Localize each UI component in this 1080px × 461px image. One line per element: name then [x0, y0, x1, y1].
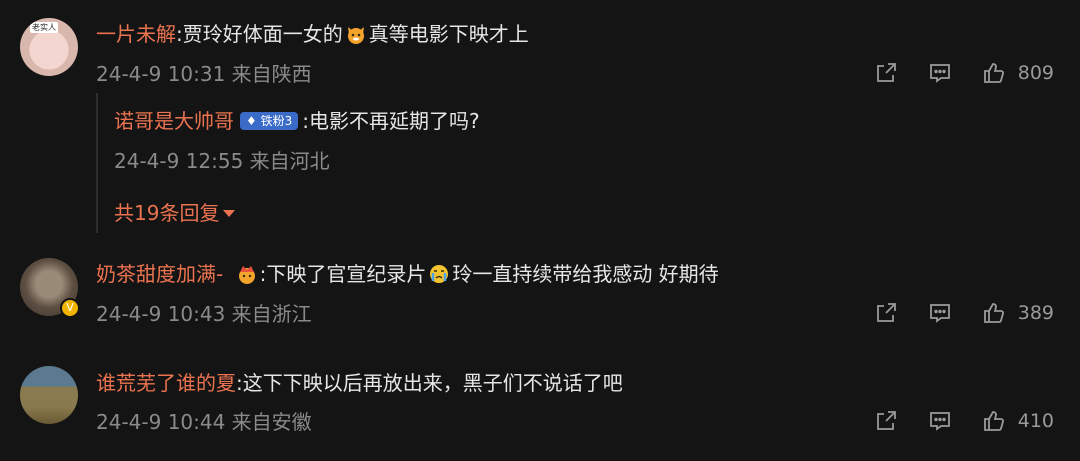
username-link[interactable]: 奶茶甜度加满-: [96, 262, 223, 286]
comment-actions: 410: [874, 409, 1054, 433]
comment-text: :下映了官宣纪录片: [259, 262, 427, 286]
crying-face-emoji: [430, 265, 449, 283]
fan-badge-label: 铁粉3: [260, 114, 293, 128]
reply-line: 诺哥是大帅哥 ♦ 铁粉3:电影不再延期了吗?: [114, 107, 480, 135]
comment-item: 老实人 一片未解:贾玲好体面一女的 真等电影下映才上 24-4-9 10:31 来…: [0, 0, 1080, 250]
reply-text: :电影不再延期了吗?: [302, 109, 480, 133]
comment-text-2: 真等电影下映才上: [368, 22, 529, 46]
comment-actions: 809: [874, 61, 1054, 85]
comment-meta: 24-4-9 10:43 来自浙江: [96, 302, 312, 326]
fan-badge: ♦ 铁粉3: [240, 112, 299, 130]
like-button[interactable]: 389: [982, 301, 1054, 325]
avatar[interactable]: [20, 366, 78, 424]
avatar[interactable]: 老实人: [20, 18, 78, 76]
thumbs-up-icon: [983, 411, 1004, 431]
verified-badge: V: [60, 298, 80, 318]
like-count: 410: [1017, 410, 1054, 432]
share-icon[interactable]: [874, 301, 898, 325]
reply-meta: 24-4-9 12:55 来自河北: [114, 149, 330, 173]
share-icon[interactable]: [874, 61, 898, 85]
comment-text: :贾玲好体面一女的: [176, 22, 343, 46]
comment-icon[interactable]: [928, 409, 952, 433]
comment-meta: 24-4-9 10:31 来自陕西: [96, 62, 312, 86]
avatar-tag: 老实人: [30, 22, 58, 33]
comment-text: :这下下映以后再放出来，黑子们不说话了吧: [236, 371, 623, 395]
comment-item: V 奶茶甜度加满- :下映了官宣纪录片 玲一直持续带给我感动 好期待 24-4-9…: [0, 250, 1080, 360]
expand-replies-button[interactable]: 共19条回复: [114, 197, 236, 226]
cat-face-emoji: [347, 27, 364, 44]
username-link[interactable]: 谁荒芜了谁的夏: [96, 371, 236, 395]
comment-line: 谁荒芜了谁的夏:这下下映以后再放出来，黑子们不说话了吧: [96, 369, 623, 397]
like-button[interactable]: 410: [982, 409, 1054, 433]
comment-icon[interactable]: [928, 61, 952, 85]
share-icon[interactable]: [874, 409, 898, 433]
thumbs-up-icon: [983, 303, 1004, 323]
thumbs-up-icon: [983, 63, 1004, 83]
comment-line: 一片未解:贾玲好体面一女的 真等电影下映才上: [96, 20, 529, 48]
username-link[interactable]: 一片未解: [96, 22, 176, 46]
like-count: 809: [1017, 62, 1054, 84]
comment-actions: 389: [874, 301, 1054, 325]
comment-meta: 24-4-9 10:44 来自安徽: [96, 410, 312, 434]
caret-down-icon: [223, 210, 236, 217]
comment-text-2: 玲一直持续带给我感动 好期待: [452, 262, 719, 286]
comment-item: 谁荒芜了谁的夏:这下下映以后再放出来，黑子们不说话了吧 24-4-9 10:44…: [0, 360, 1080, 461]
reply-thread: 诺哥是大帅哥 ♦ 铁粉3:电影不再延期了吗? 24-4-9 12:55 来自河北 …: [96, 93, 998, 233]
like-button[interactable]: 809: [982, 61, 1054, 85]
expand-replies-label: 共19条回复: [114, 201, 220, 225]
like-count: 389: [1017, 302, 1054, 324]
crown-emoji: [238, 266, 255, 284]
reply-username-link[interactable]: 诺哥是大帅哥: [114, 109, 234, 133]
comment-icon[interactable]: [928, 301, 952, 325]
comment-line: 奶茶甜度加满- :下映了官宣纪录片 玲一直持续带给我感动 好期待: [96, 260, 719, 288]
